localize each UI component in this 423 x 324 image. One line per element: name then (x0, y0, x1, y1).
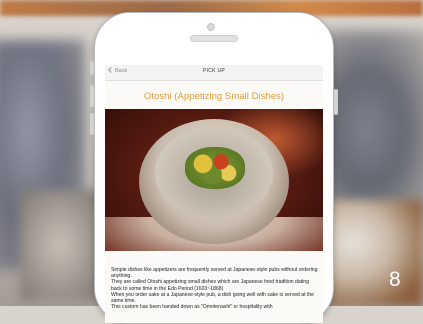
article-paragraph: This custom has been handed down as "Omo… (111, 304, 273, 311)
phone-screen: Back PICK UP Otoshi (Appetizing Small Di… (105, 65, 323, 323)
nav-title: PICK UP (202, 68, 226, 74)
article-paragraph: They are called Otoshi appetizing small … (111, 279, 309, 292)
background-left-lower-blur (20, 190, 100, 300)
photo-appetizer (185, 147, 245, 189)
article-body: Simple dishes like appetizers are freque… (111, 267, 319, 310)
phone-frame: Back PICK UP Otoshi (Appetizing Small Di… (90, 12, 338, 324)
volume-up-button (90, 85, 94, 107)
front-camera (207, 23, 215, 31)
article-paragraph: Simple dishes like appetizers are freque… (111, 267, 318, 280)
article-paragraph: When you order sake at a Japanese-style … (111, 291, 315, 305)
volume-down-button (90, 113, 94, 135)
navigation-bar: Back PICK UP (105, 65, 323, 81)
page-number: 8 (389, 268, 401, 291)
food-bowl-photo (105, 109, 323, 251)
power-button (334, 89, 338, 115)
article-title: Otoshi (Appetizing Small Dishes) (143, 91, 285, 102)
earpiece-speaker (190, 35, 238, 42)
background-sushi-blur (323, 200, 423, 306)
mute-switch (90, 61, 94, 75)
